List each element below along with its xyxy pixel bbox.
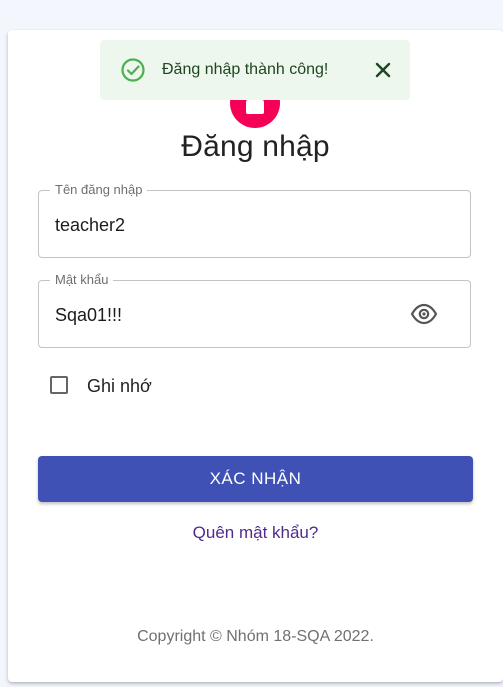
- page-title: Đăng nhập: [181, 130, 330, 163]
- username-field[interactable]: Tên đăng nhập teacher2: [38, 182, 471, 258]
- login-card: Đăng nhập Tên đăng nhập teacher2 Mật khẩ…: [8, 30, 503, 682]
- username-label: Tên đăng nhập: [50, 182, 148, 198]
- success-toast: Đăng nhập thành công!: [100, 40, 410, 100]
- password-label: Mật khẩu: [50, 272, 114, 288]
- close-icon[interactable]: [374, 61, 392, 79]
- password-input[interactable]: Sqa01!!!: [55, 304, 122, 326]
- toast-message: Đăng nhập thành công!: [162, 61, 329, 78]
- forgot-password-link[interactable]: Quên mật khẩu?: [8, 523, 503, 543]
- username-input[interactable]: teacher2: [55, 214, 125, 236]
- submit-button[interactable]: XÁC NHẬN: [38, 456, 473, 502]
- eye-icon[interactable]: [410, 303, 438, 325]
- check-circle-icon: [121, 58, 145, 82]
- password-field[interactable]: Mật khẩu Sqa01!!!: [38, 272, 471, 348]
- remember-label: Ghi nhớ: [87, 376, 152, 396]
- copyright-text: Copyright © Nhóm 18-SQA 2022.: [137, 628, 374, 645]
- remember-checkbox[interactable]: [50, 376, 68, 394]
